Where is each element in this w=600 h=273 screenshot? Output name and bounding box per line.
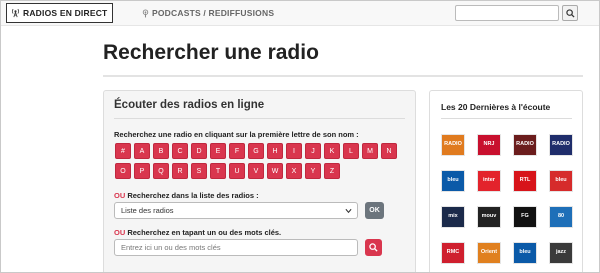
radio-logo[interactable]: bleu [441,170,465,192]
browser-page: RADIOS EN DIRECT PODCASTS / REDIFFUSIONS… [0,0,600,273]
radio-list-select[interactable]: Liste des radios [114,202,358,219]
search-panel: Écouter des radios en ligne Recherchez u… [103,90,416,272]
letter-button[interactable]: Z [324,163,340,179]
page-title: Rechercher une radio [103,41,319,64]
letter-button[interactable]: A [134,143,150,159]
letter-button[interactable]: C [172,143,188,159]
radio-logo[interactable]: 80 [549,206,573,228]
list-search-prompt: OU Recherchez dans la liste des radios : [114,191,259,200]
ok-button[interactable]: OK [365,202,384,219]
radio-logo[interactable]: jazz [549,242,573,264]
keyword-search-prompt: OU Recherchez en tapant un ou des mots c… [114,228,281,237]
letter-button[interactable]: I [286,143,302,159]
panel-divider [114,118,405,119]
radio-logo[interactable]: mouv [477,206,501,228]
letter-button[interactable]: Q [153,163,169,179]
radio-tower-icon [11,8,20,18]
search-icon [369,243,378,252]
letter-button[interactable]: P [134,163,150,179]
radio-logo[interactable]: inter [477,170,501,192]
letter-button[interactable]: M [362,143,378,159]
keyword-search-button[interactable] [365,239,382,256]
letter-button[interactable]: K [324,143,340,159]
select-value: Liste des radios [121,206,174,215]
radio-logo[interactable]: Orient [477,242,501,264]
letter-button[interactable]: L [343,143,359,159]
letter-button[interactable]: H [267,143,283,159]
radio-logo[interactable]: NRJ [477,134,501,156]
letter-button[interactable]: G [248,143,264,159]
letter-button[interactable]: V [248,163,264,179]
keyword-prompt-text: Recherchez en tapant un ou des mots clés… [127,228,282,237]
letter-button[interactable]: N [381,143,397,159]
radio-logo[interactable]: bleu [549,170,573,192]
letter-button[interactable]: S [191,163,207,179]
radio-logo[interactable]: bleu [513,242,537,264]
letter-button[interactable]: W [267,163,283,179]
radio-logo[interactable]: RTL [513,170,537,192]
chevron-down-icon [345,208,352,214]
radio-logo[interactable]: RMC [441,242,465,264]
letter-button[interactable]: D [191,143,207,159]
recent-radios-heading: Les 20 Dernières à l'écoute [441,102,551,112]
search-icon [565,8,575,18]
letter-button[interactable]: B [153,143,169,159]
top-navbar: RADIOS EN DIRECT PODCASTS / REDIFFUSIONS [1,1,599,26]
letter-instruction: Recherchez une radio en cliquant sur la … [114,130,359,139]
nav-podcasts[interactable]: PODCASTS / REDIFFUSIONS [142,3,274,23]
site-search-input[interactable] [455,5,559,21]
radio-logo[interactable]: RADIO [549,134,573,156]
nav-radios-en-direct[interactable]: RADIOS EN DIRECT [6,3,114,23]
recent-radios-panel: Les 20 Dernières à l'écoute RADIO NRJ RADI… [429,90,583,272]
letter-button[interactable]: Y [305,163,321,179]
radio-logo[interactable]: RADIO [513,134,537,156]
nav-podcasts-label: PODCASTS / REDIFFUSIONS [152,8,275,18]
letter-button[interactable]: # [115,143,131,159]
title-divider [103,75,583,77]
or-label: OU [114,191,126,200]
radio-logo[interactable]: RADIO [441,134,465,156]
keyword-search-input[interactable]: Entrez ici un ou des mots clés [114,239,358,256]
letter-button[interactable]: U [229,163,245,179]
radio-logo[interactable]: mix [441,206,465,228]
keyword-placeholder: Entrez ici un ou des mots clés [121,243,221,252]
letter-button[interactable]: R [172,163,188,179]
letter-button[interactable]: X [286,163,302,179]
letter-button[interactable]: T [210,163,226,179]
letter-button[interactable]: O [115,163,131,179]
radio-logo[interactable]: FG [513,206,537,228]
site-search-button[interactable] [562,5,578,21]
podcast-icon [142,8,149,17]
or-label: OU [114,228,126,237]
list-prompt-text: Recherchez dans la liste des radios : [127,191,259,200]
panel-divider [441,118,572,119]
letter-button[interactable]: E [210,143,226,159]
search-panel-heading: Écouter des radios en ligne [114,99,265,111]
letter-button[interactable]: F [229,143,245,159]
letter-button[interactable]: J [305,143,321,159]
nav-radios-label: RADIOS EN DIRECT [23,8,108,18]
